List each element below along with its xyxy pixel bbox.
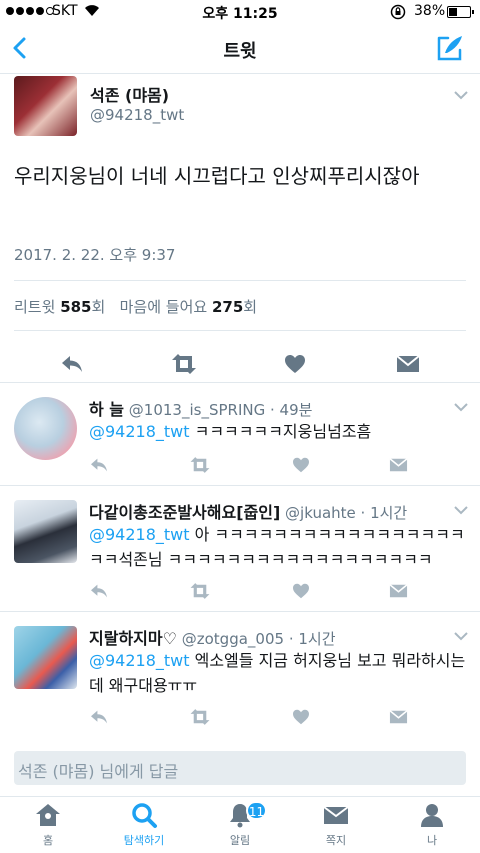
retweet-icon[interactable] — [189, 457, 211, 473]
reply-time: 49분 — [279, 401, 313, 419]
reply-input[interactable]: 석존 (먀몸) 님에게 답글 — [14, 751, 466, 785]
tab-label: 탐색하기 — [123, 834, 165, 847]
reply-author-handle[interactable]: @zotgga_005 — [182, 630, 284, 648]
divider — [14, 330, 466, 331]
rotation-lock-icon — [390, 4, 406, 24]
reply-author-handle[interactable]: @jkuahte — [285, 504, 356, 522]
chevron-down-icon[interactable] — [454, 631, 468, 641]
reply-author-handle[interactable]: @1013_is_SPRING — [129, 401, 265, 419]
compose-tweet-button[interactable] — [436, 34, 464, 62]
reply-header: 하 늘 @1013_is_SPRING · 49분 — [89, 400, 313, 419]
heart-icon[interactable] — [292, 583, 310, 599]
tab-home[interactable]: 홈 — [0, 801, 96, 848]
heart-icon[interactable] — [284, 354, 306, 374]
retweet-icon[interactable] — [189, 583, 211, 599]
mention-link[interactable]: @94218_twt — [89, 525, 190, 544]
envelope-icon — [323, 806, 349, 824]
search-icon — [132, 803, 157, 828]
reply-icon[interactable] — [89, 709, 109, 725]
reply-actions — [89, 581, 419, 603]
reply-author-name[interactable]: 다같이총조준발사해요[줍인] — [89, 503, 280, 522]
reply-icon[interactable] — [89, 583, 109, 599]
reply-icon[interactable] — [89, 457, 109, 473]
retweet-icon[interactable] — [170, 354, 198, 374]
status-bar: SKT 오후 11:25 38% — [0, 0, 480, 24]
tab-label: 쪽지 — [325, 834, 347, 847]
tab-me[interactable]: 나 — [384, 801, 480, 848]
reply-header: 다같이총조준발사해요[줍인] @jkuahte · 1시간 — [89, 503, 408, 522]
nav-bar: 트윗 — [0, 24, 480, 74]
reply-time: 1시간 — [370, 504, 408, 522]
avatar[interactable] — [14, 397, 77, 460]
reply-time: 1시간 — [298, 630, 336, 648]
divider — [14, 280, 466, 281]
tab-search[interactable]: 탐색하기 — [96, 801, 192, 848]
reply-text: @94218_twt 아 ㅋㅋㅋㅋㅋㅋㅋㅋㅋㅋㅋㅋㅋㅋㅋㅋㅋㅋㅋ석존님 ㅋㅋㅋㅋ… — [89, 525, 465, 569]
reply-icon[interactable] — [60, 354, 84, 374]
reply-text: @94218_twt 엑소엘들 지금 허지웅님 보고 뭐라하시는데 왜구대용ㅠㅠ — [89, 651, 466, 695]
tweet-stats: 리트윗 585회 마음에 들어요 275회 — [14, 296, 257, 317]
status-time: 오후 11:25 — [202, 6, 278, 22]
retweet-stat[interactable]: 리트윗 585회 — [14, 298, 105, 316]
battery-icon — [447, 6, 474, 18]
tweet-author-handle[interactable]: @94218_twt — [90, 106, 184, 124]
reply-header: 지랄하지마♡ @zotgga_005 · 1시간 — [89, 629, 336, 648]
avatar[interactable] — [14, 626, 77, 689]
avatar[interactable] — [14, 500, 77, 563]
heart-icon[interactable] — [292, 457, 310, 473]
person-icon — [421, 804, 443, 827]
reply-tweet[interactable]: 다같이총조준발사해요[줍인] @jkuahte · 1시간 @94218_twt… — [0, 485, 480, 611]
mention-link[interactable]: @94218_twt — [89, 651, 190, 670]
reply-tweet[interactable]: 하 늘 @1013_is_SPRING · 49분 @94218_twt ㅋㅋㅋ… — [0, 382, 480, 485]
mention-link[interactable]: @94218_twt — [89, 422, 190, 441]
reply-author-name[interactable]: 하 늘 — [89, 400, 124, 419]
tweet-author-name[interactable]: 석존 (먀몸) — [90, 82, 169, 106]
envelope-icon[interactable] — [389, 584, 408, 598]
reply-author-name[interactable]: 지랄하지마♡ — [89, 629, 177, 648]
like-stat[interactable]: 마음에 들어요 275회 — [120, 298, 257, 316]
heart-icon[interactable] — [292, 709, 310, 725]
tab-label: 나 — [426, 834, 438, 847]
avatar[interactable] — [14, 76, 77, 136]
battery-percentage: 38% — [414, 3, 446, 19]
chevron-down-icon[interactable] — [454, 402, 468, 412]
reply-tweet[interactable]: 지랄하지마♡ @zotgga_005 · 1시간 @94218_twt 엑소엘들… — [0, 611, 480, 741]
retweet-icon[interactable] — [189, 709, 211, 725]
reply-actions — [89, 707, 419, 729]
tweet-timestamp: 2017. 2. 22. 오후 9:37 — [14, 246, 176, 264]
reply-text: @94218_twt ㅋㅋㅋㅋㅋㅋ지웅님넘조흠 — [89, 422, 372, 441]
chevron-down-icon[interactable] — [454, 90, 468, 100]
notification-badge: 11 — [246, 801, 267, 820]
chevron-down-icon[interactable] — [454, 505, 468, 515]
envelope-icon[interactable] — [389, 458, 408, 472]
envelope-icon[interactable] — [396, 355, 420, 373]
compose-icon — [437, 36, 462, 61]
page-title: 트윗 — [223, 41, 257, 62]
tab-messages[interactable]: 쪽지 — [288, 801, 384, 848]
envelope-icon[interactable] — [389, 710, 408, 724]
tab-notifications[interactable]: 11 알림 — [192, 801, 288, 848]
reply-actions — [89, 455, 419, 477]
tab-bar: 홈 탐색하기 11 알림 쪽지 나 — [0, 796, 480, 853]
tweet-text: 우리지웅님이 너네 시끄럽다고 인상찌푸리시잖아 — [14, 164, 420, 188]
home-icon — [36, 804, 60, 826]
tab-label: 알림 — [229, 834, 251, 847]
tab-label: 홈 — [42, 834, 54, 847]
